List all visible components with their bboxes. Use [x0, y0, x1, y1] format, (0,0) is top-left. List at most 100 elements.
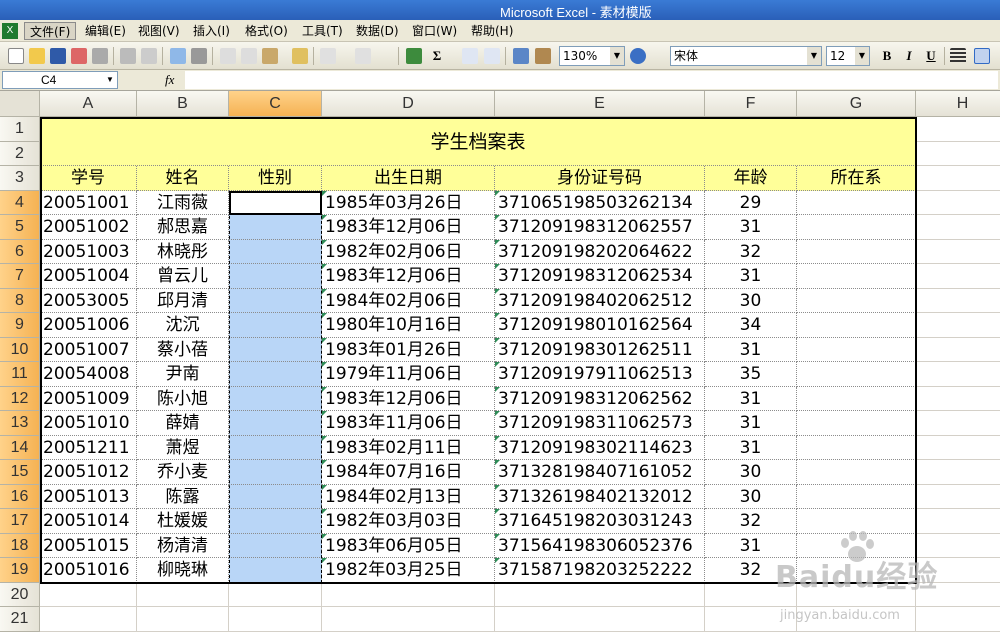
row-header[interactable]: 17 [0, 509, 40, 534]
data-cell[interactable] [797, 288, 916, 313]
data-cell[interactable]: 20051015 [40, 533, 137, 558]
email-icon[interactable] [92, 48, 108, 64]
new-file-icon[interactable] [8, 48, 24, 64]
empty-cell[interactable] [916, 142, 1000, 166]
data-cell[interactable] [797, 386, 916, 411]
data-cell[interactable]: 沈沉 [137, 313, 229, 338]
redo-icon[interactable] [355, 48, 371, 64]
row-header[interactable]: 16 [0, 484, 40, 509]
data-cell[interactable]: 1983年11月06日 [322, 411, 495, 436]
data-cell[interactable] [797, 313, 916, 338]
column-header[interactable]: H [916, 91, 1000, 117]
row-header[interactable]: 15 [0, 460, 40, 485]
data-cell[interactable] [797, 190, 916, 215]
data-cell[interactable]: 杜媛媛 [137, 509, 229, 534]
empty-cell[interactable] [916, 436, 1000, 460]
data-cell[interactable]: 1983年12月06日 [322, 386, 495, 411]
column-header[interactable]: C [229, 91, 322, 117]
format-painter-icon[interactable] [292, 48, 308, 64]
column-header[interactable]: A [40, 91, 137, 117]
empty-cell[interactable] [40, 582, 137, 607]
research-icon[interactable] [191, 48, 207, 64]
data-cell[interactable]: 江雨薇 [137, 190, 229, 215]
empty-cell[interactable] [137, 582, 229, 607]
align-left-icon[interactable] [950, 48, 966, 64]
data-cell[interactable]: 371209198302114623 [495, 435, 705, 460]
row-header[interactable]: 21 [0, 607, 40, 632]
empty-cell[interactable] [916, 460, 1000, 485]
row-header[interactable]: 7 [0, 264, 40, 289]
data-cell[interactable]: 29 [705, 190, 797, 215]
data-cell[interactable]: 20051013 [40, 484, 137, 509]
empty-cell[interactable] [916, 166, 1000, 191]
data-cell[interactable]: 乔小麦 [137, 460, 229, 485]
data-cell[interactable] [229, 386, 322, 411]
empty-cell[interactable] [322, 582, 495, 607]
sort-descending-icon[interactable] [484, 48, 500, 64]
sort-ascending-icon[interactable] [462, 48, 478, 64]
data-cell[interactable]: 371209198202064622 [495, 239, 705, 264]
data-cell[interactable]: 20051004 [40, 264, 137, 289]
help-icon[interactable] [630, 48, 646, 64]
data-cell[interactable]: 薛婧 [137, 411, 229, 436]
data-cell[interactable]: 林晓彤 [137, 239, 229, 264]
data-cell[interactable]: 371209197911062513 [495, 362, 705, 387]
data-cell[interactable]: 31 [705, 435, 797, 460]
row-header[interactable]: 19 [0, 558, 40, 583]
menu-item[interactable]: 帮助(H) [466, 22, 518, 40]
menu-item[interactable]: 窗口(W) [407, 22, 462, 40]
data-cell[interactable]: 371209198010162564 [495, 313, 705, 338]
data-cell[interactable] [797, 239, 916, 264]
undo-icon[interactable] [320, 48, 336, 64]
name-box[interactable]: C4 ▼ [2, 71, 118, 89]
data-cell[interactable]: 371209198312062534 [495, 264, 705, 289]
header-cell[interactable]: 出生日期 [322, 166, 495, 191]
empty-cell[interactable] [916, 362, 1000, 387]
autosum-icon[interactable]: Σ [428, 47, 446, 65]
empty-cell[interactable] [322, 607, 495, 632]
data-cell[interactable]: 1980年10月16日 [322, 313, 495, 338]
row-header[interactable]: 3 [0, 166, 40, 191]
data-cell[interactable] [797, 362, 916, 387]
row-header[interactable]: 4 [0, 190, 40, 215]
print-icon[interactable] [120, 48, 136, 64]
font-size-select[interactable]: 12 ▼ [826, 46, 870, 66]
empty-cell[interactable] [916, 338, 1000, 362]
data-cell[interactable] [229, 435, 322, 460]
empty-cell[interactable] [916, 215, 1000, 240]
row-header[interactable]: 9 [0, 313, 40, 338]
row-header[interactable]: 2 [0, 141, 40, 166]
print-preview-icon[interactable] [141, 48, 157, 64]
header-cell[interactable]: 所在系 [797, 166, 916, 191]
data-cell[interactable]: 20051007 [40, 337, 137, 362]
data-cell[interactable]: 31 [705, 386, 797, 411]
data-cell[interactable]: 32 [705, 239, 797, 264]
active-cell[interactable] [229, 190, 322, 215]
data-cell[interactable] [229, 533, 322, 558]
empty-cell[interactable] [916, 387, 1000, 411]
header-cell[interactable]: 身份证号码 [495, 166, 705, 191]
data-cell[interactable] [229, 337, 322, 362]
data-cell[interactable]: 1979年11月06日 [322, 362, 495, 387]
sheet-title-cell[interactable]: 学生档案表 [40, 117, 916, 166]
data-cell[interactable]: 1983年12月06日 [322, 264, 495, 289]
data-cell[interactable] [797, 337, 916, 362]
data-cell[interactable]: 20053005 [40, 288, 137, 313]
data-cell[interactable]: 371326198402132012 [495, 484, 705, 509]
header-cell[interactable]: 姓名 [137, 166, 229, 191]
empty-cell[interactable] [916, 117, 1000, 142]
data-cell[interactable]: 尹南 [137, 362, 229, 387]
data-cell[interactable]: 31 [705, 411, 797, 436]
data-cell[interactable]: 20051014 [40, 509, 137, 534]
paste-icon[interactable] [262, 48, 278, 64]
menu-item[interactable]: 工具(T) [297, 22, 348, 40]
data-cell[interactable]: 杨清清 [137, 533, 229, 558]
data-cell[interactable]: 371209198301262511 [495, 337, 705, 362]
row-header[interactable]: 20 [0, 582, 40, 607]
open-folder-icon[interactable] [29, 48, 45, 64]
row-header[interactable]: 11 [0, 362, 40, 387]
data-cell[interactable]: 371209198402062512 [495, 288, 705, 313]
data-cell[interactable]: 20051002 [40, 215, 137, 240]
font-name-select[interactable]: 宋体 ▼ [670, 46, 822, 66]
data-cell[interactable]: 371328198407161052 [495, 460, 705, 485]
